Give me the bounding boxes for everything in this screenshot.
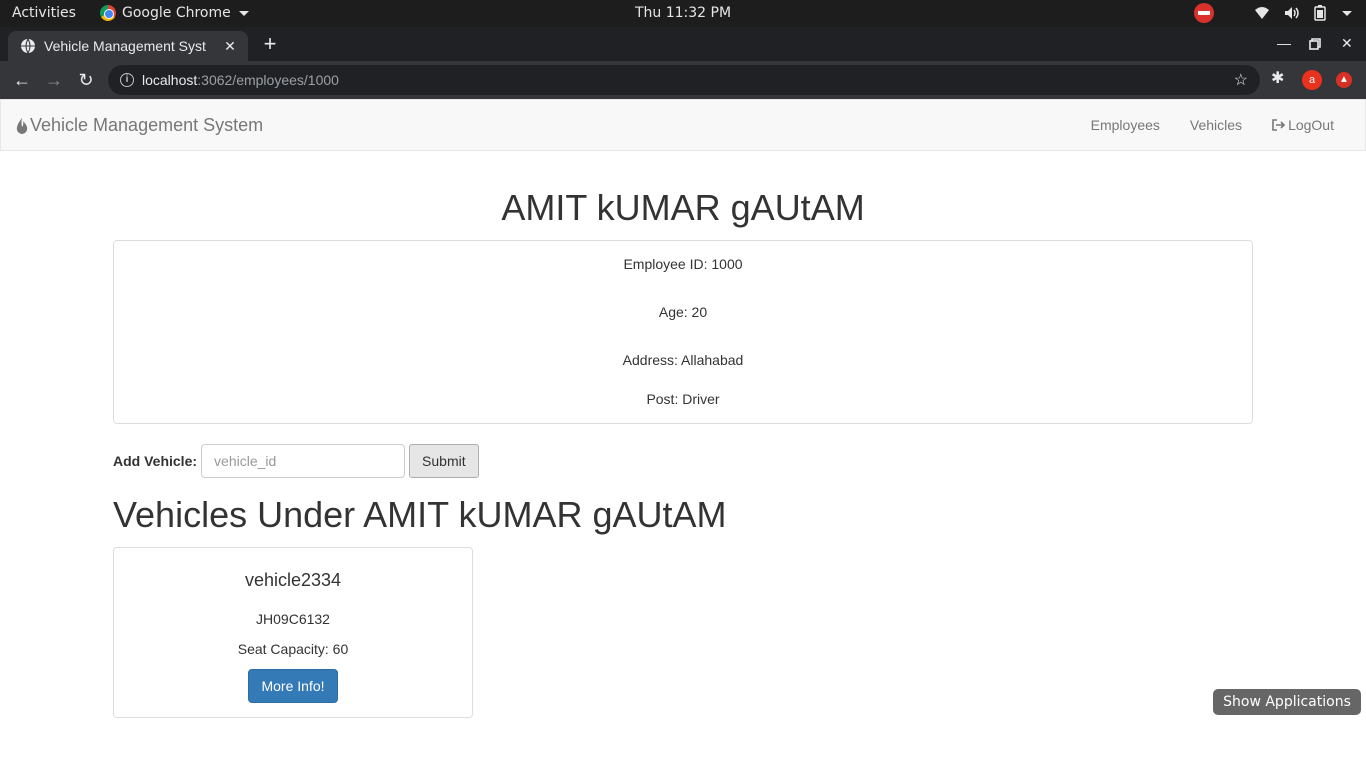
globe-icon — [21, 38, 35, 54]
chrome-logo-icon — [100, 5, 116, 21]
logout-icon — [1272, 119, 1286, 131]
vehicle-plate: JH09C6132 — [256, 611, 330, 627]
back-icon[interactable]: ← — [11, 69, 33, 91]
no-entry-icon[interactable] — [1194, 3, 1214, 23]
submit-button[interactable]: Submit — [409, 444, 479, 478]
reload-icon[interactable]: ↻ — [75, 69, 97, 91]
update-icon[interactable]: ▲ — [1336, 72, 1352, 88]
fire-icon — [16, 117, 28, 134]
close-window-icon[interactable]: ✕ — [1341, 35, 1353, 52]
minimize-icon[interactable]: — — [1277, 35, 1291, 51]
web-page: Vehicle Management System Employees Vehi… — [0, 99, 1366, 768]
browser-tab-strip: Vehicle Management Syst ✕ + — ✕ — [0, 27, 1366, 61]
browser-tab[interactable]: Vehicle Management Syst ✕ — [8, 31, 248, 61]
add-vehicle-form: Add Vehicle: Submit — [113, 444, 479, 478]
site-info-icon[interactable]: i — [120, 73, 134, 87]
employee-details-panel: Employee ID: 1000 Age: 20 Address: Allah… — [113, 240, 1253, 424]
more-info-button[interactable]: More Info! — [248, 669, 338, 703]
vehicle-card: vehicle2334 JH09C6132 Seat Capacity: 60 … — [113, 547, 473, 718]
url-path: :3062/employees/1000 — [197, 72, 339, 88]
employee-age: Age: 20 — [658, 304, 708, 320]
browser-toolbar: ← → ↻ i localhost:3062/employees/1000 ☆ … — [0, 61, 1366, 99]
nav-links: Employees Vehicles LogOut — [1076, 100, 1349, 150]
tab-title: Vehicle Management Syst — [44, 38, 206, 54]
nav-logout-link[interactable]: LogOut — [1257, 100, 1349, 150]
brand-link[interactable]: Vehicle Management System — [16, 115, 263, 136]
address-bar[interactable]: i localhost:3062/employees/1000 ☆ — [108, 65, 1260, 95]
new-tab-button[interactable]: + — [260, 33, 280, 57]
url-host: localhost — [142, 72, 198, 88]
close-tab-icon[interactable]: ✕ — [222, 38, 238, 55]
add-vehicle-label: Add Vehicle: — [113, 453, 198, 469]
employee-address: Address: Allahabad — [622, 352, 744, 368]
activities-button[interactable]: Activities — [12, 5, 76, 21]
restore-icon[interactable] — [1309, 38, 1321, 50]
volume-icon — [1285, 7, 1299, 19]
app-menu-label: Google Chrome — [122, 5, 231, 21]
system-tray[interactable] — [1194, 3, 1352, 23]
vehicle-name: vehicle2334 — [244, 570, 342, 590]
vehicle-seat-capacity: Seat Capacity: 60 — [237, 641, 349, 657]
employee-id: Employee ID: 1000 — [623, 256, 743, 272]
system-top-bar: Activities Google Chrome Thu 11:32 PM — [0, 0, 1366, 27]
brand-text: Vehicle Management System — [30, 115, 264, 135]
nav-vehicles-link[interactable]: Vehicles — [1175, 100, 1257, 150]
vehicle-id-input[interactable] — [201, 444, 406, 478]
extensions-puzzle-icon[interactable]: ✱ — [1271, 68, 1284, 88]
logout-label: LogOut — [1288, 117, 1334, 133]
battery-icon — [1314, 5, 1326, 21]
wifi-icon — [1255, 7, 1269, 19]
bookmark-star-icon[interactable]: ☆ — [1234, 70, 1248, 90]
show-applications-tooltip: Show Applications — [1213, 689, 1361, 715]
app-menu[interactable]: Google Chrome — [100, 5, 249, 21]
site-navbar: Vehicle Management System Employees Vehi… — [0, 99, 1366, 151]
chevron-down-icon — [238, 10, 249, 16]
nav-employees-link[interactable]: Employees — [1076, 100, 1175, 150]
forward-icon[interactable]: → — [43, 69, 65, 91]
vehicles-heading: Vehicles Under AMIT kUMAR gAUtAM — [113, 494, 727, 535]
employee-post: Post: Driver — [646, 391, 720, 407]
profile-avatar[interactable]: a — [1302, 70, 1322, 90]
system-menu-chevron-icon[interactable] — [1342, 10, 1352, 16]
employee-name-heading: AMIT kUMAR gAUtAM — [501, 187, 865, 228]
